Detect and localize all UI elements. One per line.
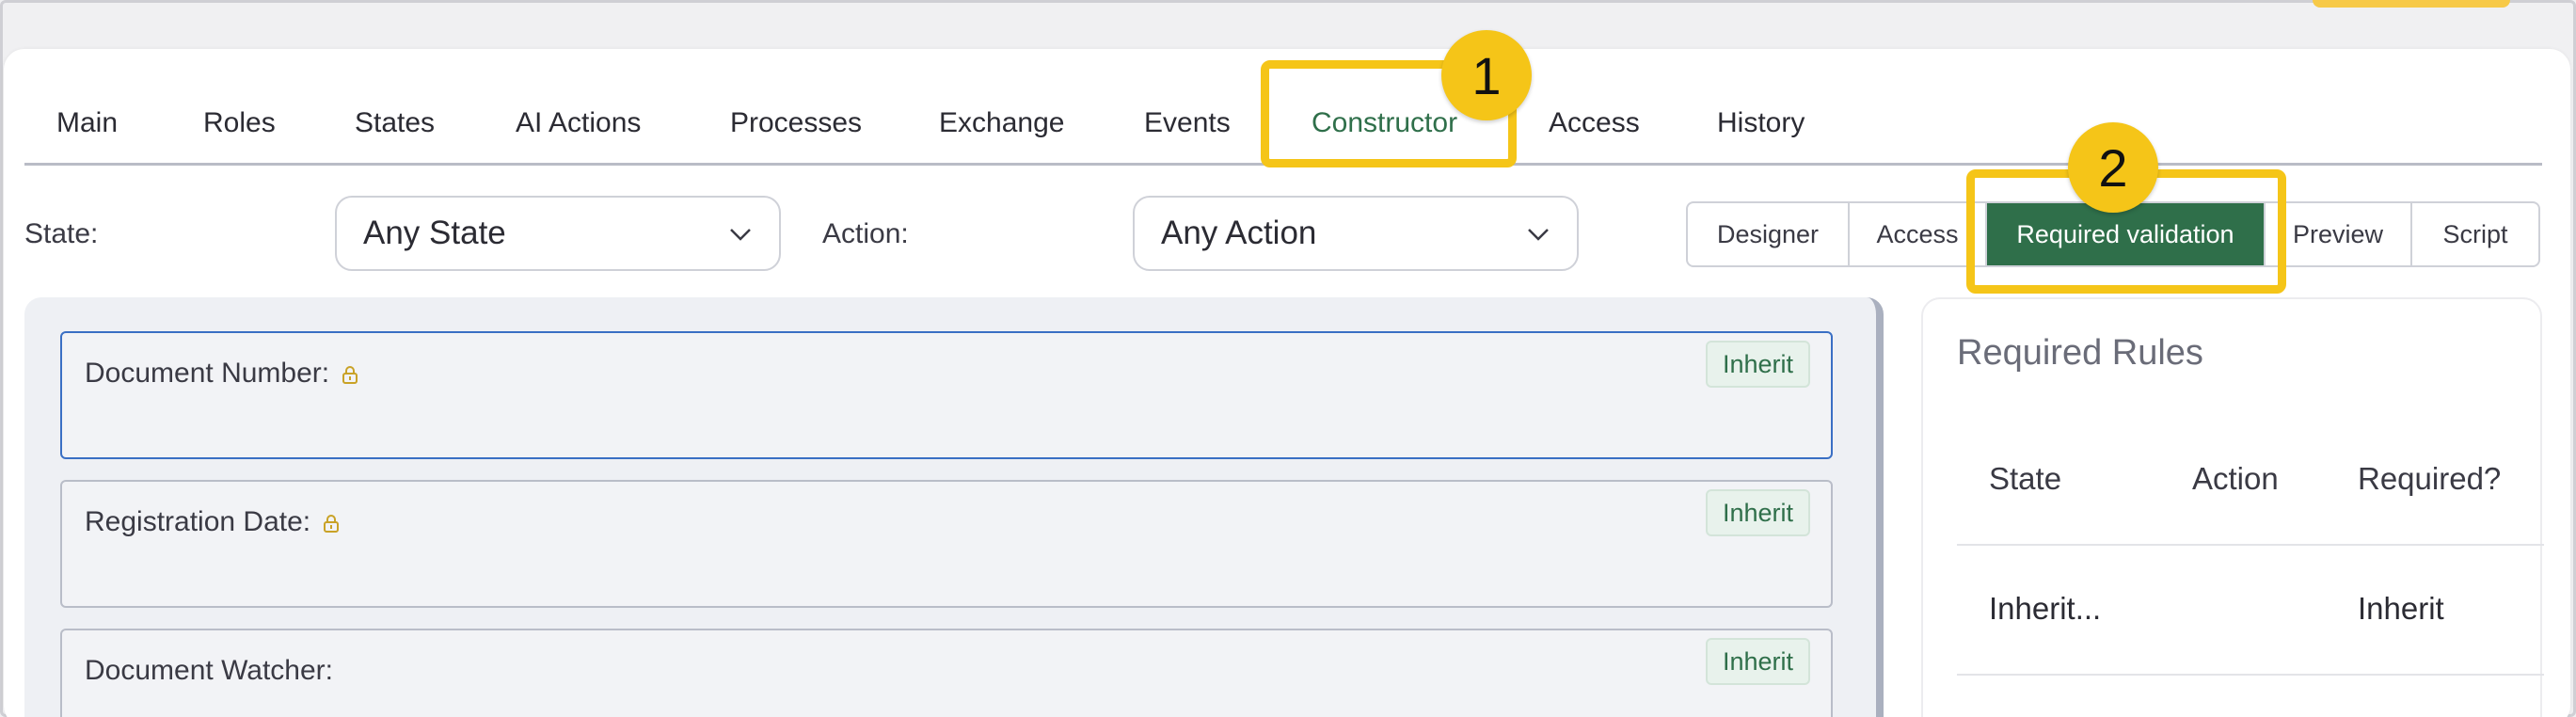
tab-exchange[interactable]: Exchange bbox=[939, 107, 1064, 139]
field-document-number[interactable]: Document Number: Inherit bbox=[60, 331, 1833, 459]
action-select[interactable]: Any Action bbox=[1133, 196, 1579, 271]
tab-states[interactable]: States bbox=[355, 107, 435, 139]
state-filter-label: State: bbox=[24, 218, 99, 249]
top-accent-bar bbox=[2313, 0, 2510, 8]
rules-panel-title: Required Rules bbox=[1957, 333, 2203, 373]
action-filter-label: Action: bbox=[822, 218, 909, 249]
tab-history[interactable]: History bbox=[1717, 107, 1805, 139]
inherit-badge[interactable]: Inherit bbox=[1705, 489, 1810, 536]
tab-processes[interactable]: Processes bbox=[730, 107, 862, 139]
state-select[interactable]: Any State bbox=[335, 196, 781, 271]
tab-events[interactable]: Events bbox=[1144, 107, 1231, 139]
view-mode-access[interactable]: Access bbox=[1850, 203, 1987, 265]
lock-icon bbox=[324, 515, 340, 534]
rules-column-state: State bbox=[1989, 461, 2062, 496]
inherit-badge[interactable]: Inherit bbox=[1705, 341, 1810, 388]
rules-row-divider bbox=[1957, 674, 2544, 676]
annotation-badge-2: 2 bbox=[2068, 122, 2158, 213]
inherit-badge[interactable]: Inherit bbox=[1705, 638, 1810, 685]
view-mode-script[interactable]: Script bbox=[2412, 203, 2538, 265]
tab-bar: Main Roles States AI Actions Processes E… bbox=[24, 94, 2542, 166]
tab-access[interactable]: Access bbox=[1549, 107, 1640, 139]
rules-cell-state: Inherit... bbox=[1989, 591, 2102, 626]
field-label: Document Watcher: bbox=[85, 655, 333, 686]
action-select-value: Any Action bbox=[1161, 215, 1317, 251]
field-label-wrap: Document Number: bbox=[85, 358, 359, 390]
field-document-watcher[interactable]: Document Watcher: Inherit bbox=[60, 629, 1833, 717]
view-mode-preview[interactable]: Preview bbox=[2266, 203, 2412, 265]
chevron-down-icon bbox=[1528, 229, 1549, 241]
rules-column-required: Required? bbox=[2358, 461, 2502, 496]
field-registration-date[interactable]: Registration Date: Inherit bbox=[60, 480, 1833, 608]
field-label-wrap: Registration Date: bbox=[85, 506, 341, 538]
tab-constructor[interactable]: Constructor bbox=[1312, 107, 1457, 139]
tab-roles[interactable]: Roles bbox=[203, 107, 276, 139]
chevron-down-icon bbox=[730, 229, 751, 241]
state-select-value: Any State bbox=[363, 215, 506, 251]
view-mode-designer[interactable]: Designer bbox=[1688, 203, 1850, 265]
rules-column-action: Action bbox=[2192, 461, 2279, 496]
field-label: Document Number: bbox=[85, 358, 330, 389]
lock-icon bbox=[342, 366, 358, 385]
annotation-badge-1: 1 bbox=[1441, 30, 1532, 120]
tab-main[interactable]: Main bbox=[56, 107, 118, 139]
form-designer-area: Document Number: Inherit Registration Da… bbox=[24, 297, 1884, 717]
tab-ai-actions[interactable]: AI Actions bbox=[516, 107, 641, 139]
required-rules-panel: Required Rules State Action Required? In… bbox=[1921, 297, 2544, 717]
rules-header-divider bbox=[1957, 544, 2544, 546]
field-label: Registration Date: bbox=[85, 506, 311, 537]
rules-cell-required: Inherit bbox=[2358, 591, 2444, 626]
view-mode-required-validation[interactable]: Required validation bbox=[1987, 203, 2266, 265]
